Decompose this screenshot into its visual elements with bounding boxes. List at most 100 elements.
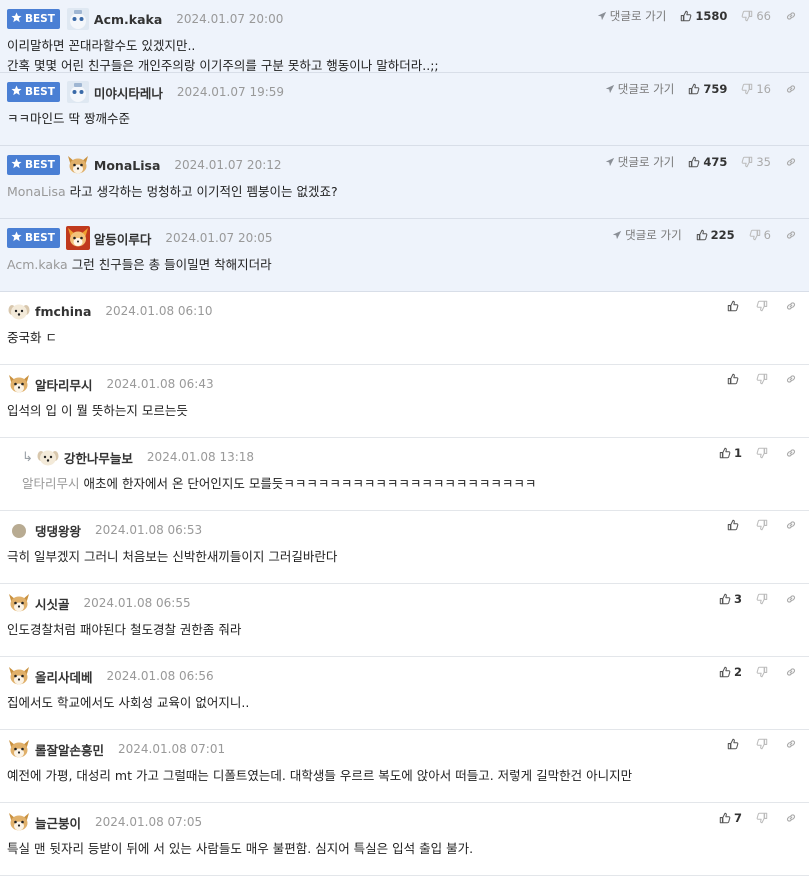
link-icon[interactable] (785, 519, 797, 531)
author-nickname[interactable]: 댕댕왕왕 (35, 521, 81, 540)
link-icon[interactable] (785, 229, 797, 241)
upvote-button[interactable]: 225 (696, 228, 745, 242)
comment-date: 2024.01.08 07:01 (118, 742, 226, 756)
thumbs-up-icon (727, 519, 739, 531)
author-nickname[interactable]: 알등이루다 (94, 229, 152, 248)
best-comment: BEST MonaLisa 2024.01.07 20:12 댓글로 가기 475 35 M… (0, 146, 809, 219)
downvote-button[interactable]: 16 (741, 82, 781, 96)
thumbs-down-icon (756, 666, 768, 678)
link-icon[interactable] (785, 812, 797, 824)
author-nickname[interactable]: MonaLisa (94, 158, 161, 173)
comment: 롤잘알손흥민 2024.01.08 07:01 예전에 가평, 대성리 mt 가고 … (0, 730, 809, 803)
link-icon[interactable] (785, 593, 797, 605)
comment-text: 중국화 ㄷ (7, 330, 57, 345)
upvote-button[interactable] (727, 373, 752, 385)
avatar[interactable] (65, 226, 90, 250)
go-to-reply-link[interactable]: 댓글로 가기 (597, 8, 666, 24)
avatar[interactable] (7, 299, 31, 323)
go-to-reply-link[interactable]: 댓글로 가기 (612, 227, 682, 243)
comment: 댕댕왕왕 2024.01.08 06:53 극히 일부겠지 그러니 처음보는 신박한… (0, 511, 809, 584)
avatar[interactable] (7, 664, 31, 688)
comment-list: BEST Acm.kaka 2024.01.07 20:00 댓글로 가기 1580 66… (0, 0, 809, 876)
thumbs-up-icon (719, 666, 731, 678)
comment-actions: 댓글로 가기 475 35 (605, 154, 797, 170)
send-icon (612, 230, 622, 240)
link-icon[interactable] (785, 156, 797, 168)
upvote-count: 475 (703, 155, 728, 169)
avatar[interactable] (66, 7, 90, 31)
upvote-count: 1 (733, 446, 742, 460)
best-badge: BEST (7, 228, 60, 248)
thumbs-up-icon (696, 229, 708, 241)
star-icon (11, 231, 22, 245)
author-nickname[interactable]: 늘근붕이 (35, 813, 81, 832)
go-to-reply-link[interactable]: 댓글로 가기 (605, 154, 674, 170)
author-nickname[interactable]: Acm.kaka (94, 12, 162, 27)
downvote-button[interactable]: 66 (741, 9, 781, 23)
downvote-button[interactable] (756, 812, 781, 824)
downvote-button[interactable] (756, 666, 781, 678)
downvote-button[interactable] (756, 519, 781, 531)
link-icon[interactable] (785, 300, 797, 312)
link-icon[interactable] (785, 738, 797, 750)
comment-header: BEST Acm.kaka 2024.01.07 20:00 (7, 7, 283, 31)
upvote-button[interactable]: 1580 (680, 9, 737, 23)
comment-actions (727, 519, 797, 531)
avatar[interactable] (36, 445, 60, 469)
author-nickname[interactable]: 강한나무늘보 (64, 448, 133, 467)
upvote-button[interactable]: 2 (719, 665, 752, 679)
upvote-button[interactable] (727, 738, 752, 750)
downvote-button[interactable] (756, 300, 781, 312)
link-icon[interactable] (785, 10, 797, 22)
link-icon[interactable] (785, 373, 797, 385)
upvote-button[interactable]: 475 (688, 155, 737, 169)
upvote-button[interactable]: 7 (719, 811, 752, 825)
avatar[interactable] (7, 518, 31, 542)
avatar[interactable] (66, 153, 90, 177)
thumbs-up-icon (727, 300, 739, 312)
thumbs-up-icon (688, 156, 700, 168)
upvote-button[interactable]: 1 (719, 446, 752, 460)
author-nickname[interactable]: 시싯골 (35, 594, 70, 613)
best-badge-label: BEST (25, 232, 55, 244)
go-to-reply-link[interactable]: 댓글로 가기 (605, 81, 674, 97)
downvote-button[interactable] (756, 738, 781, 750)
link-icon[interactable] (785, 83, 797, 95)
mention-name[interactable]: MonaLisa (7, 184, 66, 199)
avatar[interactable] (66, 80, 90, 104)
link-icon[interactable] (785, 666, 797, 678)
downvote-button[interactable] (756, 373, 781, 385)
author-nickname[interactable]: 알타리무시 (35, 375, 93, 394)
author-nickname[interactable]: fmchina (35, 304, 91, 319)
downvote-button[interactable] (756, 447, 781, 459)
downvote-button[interactable]: 35 (741, 155, 781, 169)
comment-actions (727, 300, 797, 312)
comment-header: BEST 미야시타레나 2024.01.07 19:59 (7, 80, 284, 104)
upvote-button[interactable]: 759 (688, 82, 737, 96)
avatar[interactable] (7, 372, 31, 396)
author-nickname[interactable]: 롤잘알손흥민 (35, 740, 104, 759)
downvote-button[interactable]: 6 (749, 228, 781, 242)
link-icon[interactable] (785, 447, 797, 459)
upvote-button[interactable] (727, 300, 752, 312)
comment-body: MonaLisa 라고 생각하는 멍청하고 이기적인 펨붕이는 없겠죠? (7, 182, 799, 202)
mention-name[interactable]: 알타리무시 (22, 476, 80, 491)
upvote-button[interactable] (727, 519, 752, 531)
comment-date: 2024.01.08 13:18 (146, 450, 255, 464)
mention-name[interactable]: Acm.kaka (7, 257, 68, 272)
comment-header: BEST 알등이루다 2024.01.07 20:05 (7, 226, 273, 250)
avatar[interactable] (7, 737, 31, 761)
downvote-count: 66 (756, 9, 771, 23)
author-nickname[interactable]: 미야시타레나 (94, 83, 163, 102)
author-nickname[interactable]: 올리사데베 (35, 667, 93, 686)
avatar[interactable] (7, 810, 31, 834)
upvote-button[interactable]: 3 (719, 592, 752, 606)
comment-actions: 7 (719, 811, 797, 825)
comment-date: 2024.01.08 07:05 (95, 815, 203, 829)
go-to-reply-label: 댓글로 가기 (625, 228, 682, 242)
send-icon (605, 84, 615, 94)
downvote-button[interactable] (756, 593, 781, 605)
comment-date: 2024.01.07 20:00 (176, 12, 284, 26)
comment-date: 2024.01.08 06:55 (83, 596, 191, 610)
avatar[interactable] (7, 591, 31, 615)
